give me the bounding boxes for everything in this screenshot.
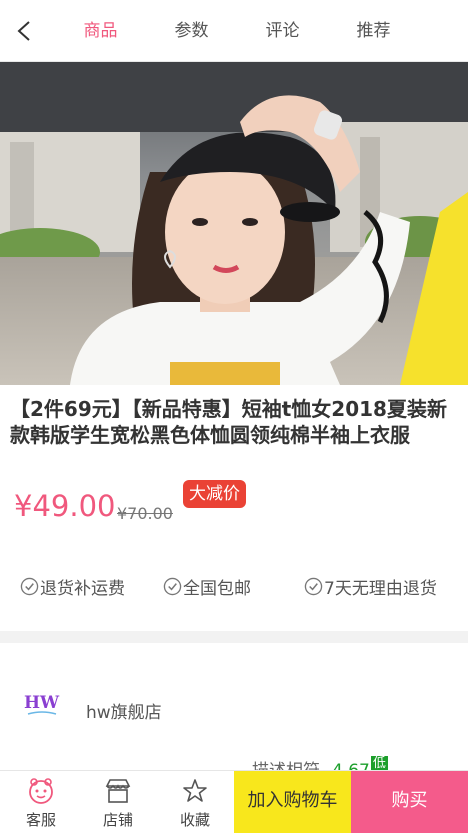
tab-comments[interactable]: 评论 (237, 0, 328, 62)
top-nav-bar: 商品 参数 评论 推荐 (0, 0, 468, 62)
section-divider (0, 631, 468, 643)
store-label: 店铺 (102, 811, 133, 829)
tab-params[interactable]: 参数 (146, 0, 237, 62)
add-to-cart-button[interactable]: 加入购物车 (234, 771, 351, 833)
original-price: ¥70.00 (117, 504, 173, 523)
service-guarantees: 退货补运费 全国包邮 7天无理由退货 (0, 574, 468, 604)
check-circle-icon (20, 577, 39, 596)
tab-goods[interactable]: 商品 (55, 0, 146, 62)
favorite-button[interactable]: 收藏 (156, 771, 234, 833)
rating-badge: 低 (370, 756, 388, 771)
shop-logo[interactable]: HW (22, 688, 62, 718)
shop-logo-text: HW (24, 693, 60, 713)
shop-name[interactable]: hw旗舰店 (86, 698, 162, 723)
promo-badge: 大减价 (183, 480, 246, 508)
check-circle-icon (304, 577, 323, 596)
star-icon (183, 779, 207, 802)
product-image-carousel[interactable] (0, 62, 468, 385)
service-label: 退货补运费 (40, 579, 125, 599)
service-label: 全国包邮 (183, 579, 251, 599)
favorite-label: 收藏 (179, 811, 210, 829)
product-photo (0, 62, 468, 385)
customer-service-label: 客服 (25, 811, 56, 829)
check-circle-icon (163, 577, 182, 596)
tab-recommend[interactable]: 推荐 (328, 0, 419, 62)
chevron-left-icon (17, 21, 30, 41)
back-button[interactable] (8, 14, 42, 48)
bottom-action-bar: 客服 店铺 收藏 加入购物车 购买 (0, 770, 468, 833)
customer-service-button[interactable]: 客服 (2, 771, 80, 833)
service-label: 7天无理由退货 (324, 579, 437, 599)
detail-tabs: 商品 参数 评论 推荐 (55, 0, 419, 62)
service-7day-return: 7天无理由退货 (304, 574, 437, 599)
store-button[interactable]: 店铺 (79, 771, 157, 833)
service-free-shipping: 全国包邮 (163, 574, 251, 599)
service-return-shipping: 退货补运费 (20, 574, 125, 599)
product-title: 【2件69元】【新品特惠】短袖t恤女2018夏装新款韩版学生宽松黑色体恤圆领纯棉… (10, 397, 447, 447)
store-icon (105, 779, 131, 803)
customer-service-icon (29, 778, 53, 804)
buy-now-button[interactable]: 购买 (351, 771, 468, 833)
product-price: ¥49.00 (14, 489, 116, 523)
